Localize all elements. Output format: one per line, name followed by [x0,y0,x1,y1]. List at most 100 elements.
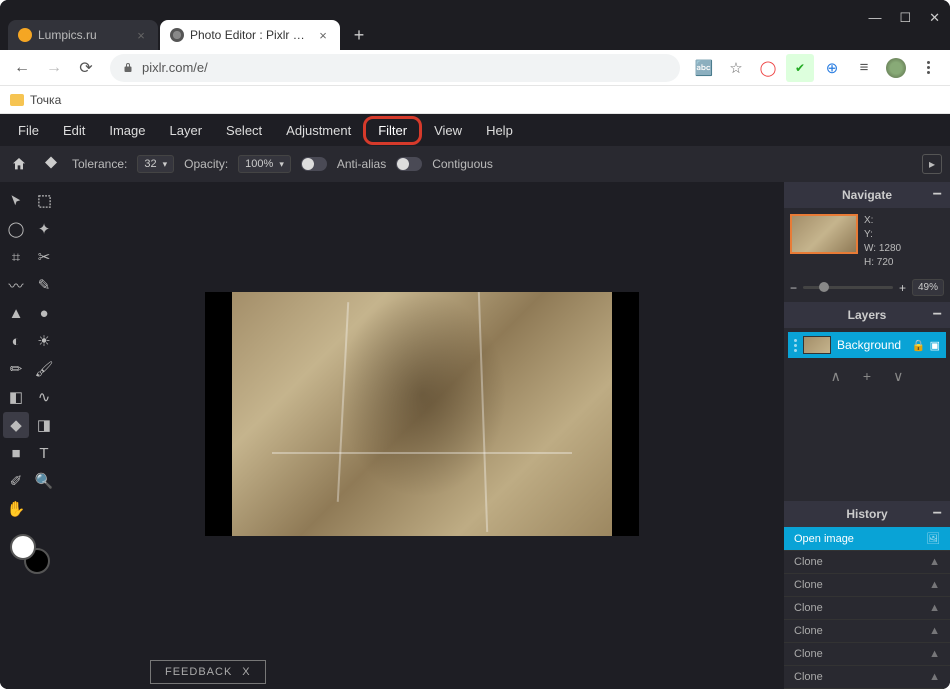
eyedropper-tool-icon[interactable]: ✐ [3,468,29,494]
tab-close-icon[interactable]: × [134,28,148,42]
drag-handle-icon[interactable] [794,339,797,352]
expand-panel-icon[interactable]: ▸ [922,154,942,174]
brush-tool-icon[interactable]: 🖌 [31,356,57,382]
history-item[interactable]: Clone▲ [784,551,950,574]
navigator-thumbnail[interactable] [790,214,858,254]
extension-globe-icon[interactable]: ⊕ [818,54,846,82]
anti-alias-toggle[interactable] [301,157,327,171]
zoom-slider[interactable]: − + 49% [784,276,950,302]
eraser-tool-icon[interactable]: ◧ [3,384,29,410]
layer-up-icon[interactable]: ∧ [831,368,841,385]
color-swatches[interactable] [10,534,50,574]
cut-tool-icon[interactable]: ✂ [31,244,57,270]
history-list: Open image🖼Clone▲Clone▲Clone▲Clone▲Clone… [784,527,950,689]
menu-adjustment[interactable]: Adjustment [274,118,363,143]
menu-view[interactable]: View [422,118,474,143]
browser-menu-button[interactable] [914,54,942,82]
canvas-image[interactable] [232,292,612,536]
menu-filter[interactable]: Filter [363,116,422,145]
translate-icon[interactable]: 🔤 [690,54,718,82]
tab-close-icon[interactable]: × [316,28,330,42]
star-icon[interactable]: ☆ [722,54,750,82]
profile-avatar-icon[interactable] [882,54,910,82]
stamp-icon: ▲ [929,648,940,660]
browser-tab-pixlr[interactable]: Photo Editor : Pixlr E - free image... × [160,20,340,50]
dodge-tool-icon[interactable]: ☀ [31,328,57,354]
gradient-tool-icon[interactable]: ◨ [31,412,57,438]
zoom-track[interactable] [803,286,893,289]
history-item-label: Clone [794,556,823,568]
window-minimize-icon[interactable]: ― [868,10,881,26]
menu-layer[interactable]: Layer [158,118,215,143]
move-tool-icon[interactable] [3,188,29,214]
stamp-icon: ▲ [929,579,940,591]
menu-help[interactable]: Help [474,118,525,143]
menu-edit[interactable]: Edit [51,118,97,143]
text-tool-icon[interactable]: T [31,440,57,466]
canvas-area[interactable]: FEEDBACK X [60,182,784,689]
marquee-tool-icon[interactable] [31,188,57,214]
address-bar[interactable]: pixlr.com/e/ [110,54,680,82]
smudge-tool-icon[interactable]: ∿ [31,384,57,410]
lasso-tool-icon[interactable]: ◯ [3,216,29,242]
home-icon[interactable] [8,153,30,175]
zoom-tool-icon[interactable]: 🔍 [31,468,57,494]
history-panel-header[interactable]: History − [784,501,950,527]
visibility-icon[interactable]: ▣ [930,339,940,352]
wand-tool-icon[interactable]: ✦ [31,216,57,242]
lock-icon [122,62,134,74]
layer-thumbnail [803,336,831,354]
window-close-icon[interactable]: ✕ [929,10,940,26]
window-maximize-icon[interactable]: ☐ [899,10,911,26]
zoom-in-icon[interactable]: + [899,281,906,295]
liquify-tool-icon[interactable]: 〰 [3,272,29,298]
history-item[interactable]: Clone▲ [784,643,950,666]
fill-tool-icon[interactable] [40,153,62,175]
crop-tool-icon[interactable]: ⌗ [3,244,29,270]
history-item[interactable]: Clone▲ [784,620,950,643]
foreground-color-swatch[interactable] [10,534,36,560]
hand-tool-icon[interactable]: ✋ [3,496,29,522]
menu-image[interactable]: Image [97,118,157,143]
history-item[interactable]: Open image🖼 [784,527,950,551]
menu-select[interactable]: Select [214,118,274,143]
new-tab-button[interactable]: + [346,22,372,48]
navigator-info: X: Y: W: 1280 H: 720 [864,214,944,270]
nav-back-button[interactable]: ← [8,54,36,82]
history-item-label: Clone [794,671,823,683]
nav-forward-button[interactable]: → [40,54,68,82]
browser-tab-lumpics[interactable]: Lumpics.ru × [8,20,158,50]
zoom-out-icon[interactable]: − [790,281,797,295]
history-item[interactable]: Clone▲ [784,574,950,597]
contiguous-toggle[interactable] [396,157,422,171]
tab-title: Lumpics.ru [38,28,128,42]
layer-add-icon[interactable]: + [863,368,871,385]
layer-down-icon[interactable]: ∨ [893,368,903,385]
pen-tool-icon[interactable]: ✎ [31,272,57,298]
lock-icon[interactable]: 🔒 [912,339,926,352]
extension-opera-icon[interactable]: ◯ [754,54,782,82]
feedback-button[interactable]: FEEDBACK X [150,660,266,684]
fill-tool-icon[interactable]: ◆ [3,412,29,438]
nav-reload-button[interactable]: ⟳ [72,54,100,82]
extension-check-icon[interactable]: ✔ [786,54,814,82]
tolerance-select[interactable]: 32 [137,155,174,173]
contiguous-label: Contiguous [432,157,493,171]
menu-file[interactable]: File [6,118,51,143]
sponge-tool-icon[interactable]: ◐ [3,328,29,354]
draw-tool-icon[interactable]: ✏ [3,356,29,382]
bookmark-item[interactable]: Точка [30,93,61,107]
layers-panel-header[interactable]: Layers − [784,302,950,328]
window-controls[interactable]: ― ☐ ✕ [868,10,940,26]
navigate-panel-header[interactable]: Navigate − [784,182,950,208]
history-item[interactable]: Clone▲ [784,666,950,689]
stamp-tool-icon[interactable]: ▲ [3,300,29,326]
history-item[interactable]: Clone▲ [784,597,950,620]
blur-tool-icon[interactable]: ● [31,300,57,326]
url-text: pixlr.com/e/ [142,60,208,75]
close-icon[interactable]: X [242,666,250,678]
shape-tool-icon[interactable]: ■ [3,440,29,466]
reading-list-icon[interactable]: ≡ [850,54,878,82]
layer-item-background[interactable]: Background 🔒 ▣ [788,332,946,358]
opacity-select[interactable]: 100% [238,155,291,173]
